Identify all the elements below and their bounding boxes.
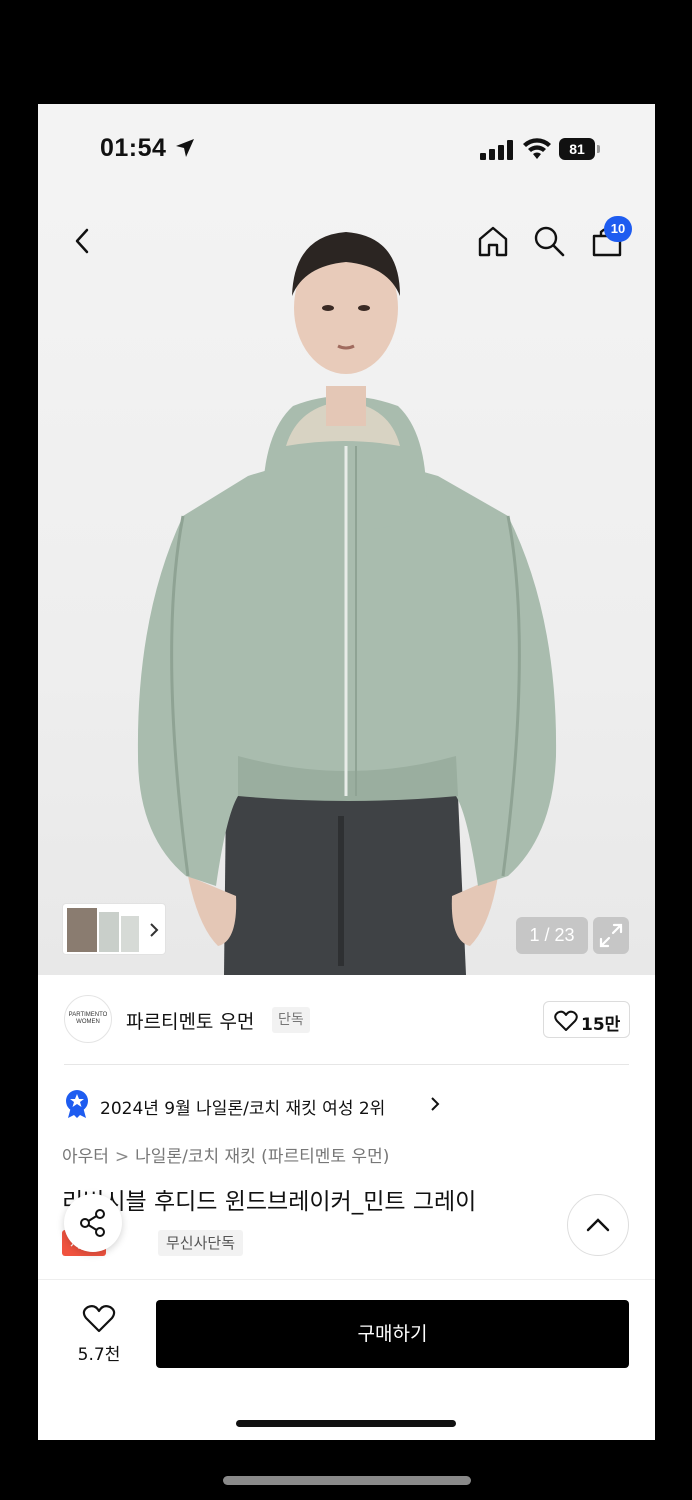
divider xyxy=(64,1064,629,1065)
breadcrumb-category[interactable]: 나일론/코치 재킷 (파르티멘토 우먼) xyxy=(135,1147,389,1167)
brand-logo[interactable]: PARTIMENTO WOMEN xyxy=(64,995,112,1043)
thumbnail-images xyxy=(67,908,159,952)
breadcrumb-outer[interactable]: 아우터 xyxy=(62,1147,109,1167)
home-indicator xyxy=(236,1420,456,1427)
wishlist-count: 5.7천 xyxy=(77,1345,121,1365)
scroll-top-button[interactable] xyxy=(567,1194,629,1256)
share-button[interactable] xyxy=(64,1194,122,1252)
share-icon xyxy=(80,1209,105,1237)
bottom-action-bar: 5.7천 구매하기 xyxy=(38,1279,655,1440)
brand-exclusive-tag: 단독 xyxy=(272,1007,310,1033)
chevron-right-icon xyxy=(431,1097,440,1111)
chevron-up-icon xyxy=(586,1218,610,1232)
product-photo xyxy=(137,232,557,975)
battery-icon: 81 xyxy=(559,138,601,160)
outer-home-indicator xyxy=(223,1476,471,1485)
exclusive-tag: 무신사단독 xyxy=(158,1230,244,1256)
brand-like-button[interactable]: 15만 xyxy=(543,1001,630,1038)
back-button[interactable] xyxy=(68,226,98,256)
status-time: 01:54 xyxy=(100,134,167,162)
expand-icon[interactable] xyxy=(593,917,629,954)
wishlist-button[interactable]: 5.7천 xyxy=(64,1300,134,1370)
search-icon[interactable] xyxy=(532,224,566,258)
location-arrow-icon xyxy=(176,139,194,157)
image-pager: 1 / 23 xyxy=(516,917,588,954)
breadcrumb: 아우터 > 나일론/코치 재킷 (파르티멘토 우먼) xyxy=(62,1142,389,1167)
brand-row[interactable]: PARTIMENTO WOMEN 파르티멘토 우먼 단독 15만 xyxy=(38,975,655,1065)
thumbnail-strip[interactable] xyxy=(62,903,166,955)
wifi-icon xyxy=(523,138,551,159)
product-title: 리버시블 후디드 윈드브레이커_민트 그레이 xyxy=(62,1189,477,1215)
status-bar: 01:54 81 xyxy=(38,104,655,196)
ranking-badge-icon xyxy=(66,1090,88,1118)
breadcrumb-separator: > xyxy=(114,1147,130,1167)
ranking-text: 2024년 9월 나일론/코치 재킷 여성 2위 xyxy=(100,1099,386,1119)
heart-icon xyxy=(82,1305,116,1333)
phone-screen: 01:54 81 10 1 / 23 PARTIMENTO WOMEN 파르티멘… xyxy=(38,104,655,1440)
product-image-carousel[interactable]: 10 1 / 23 xyxy=(38,196,655,975)
battery-level: 81 xyxy=(559,138,595,160)
cellular-signal-icon xyxy=(480,140,513,160)
brand-like-count: 15만 xyxy=(581,1015,621,1035)
cart-count-badge: 10 xyxy=(604,216,632,242)
buy-button[interactable]: 구매하기 xyxy=(156,1300,629,1368)
home-icon[interactable] xyxy=(476,224,510,258)
heart-icon xyxy=(554,1010,578,1031)
brand-name[interactable]: 파르티멘토 우먼 xyxy=(126,1007,254,1034)
